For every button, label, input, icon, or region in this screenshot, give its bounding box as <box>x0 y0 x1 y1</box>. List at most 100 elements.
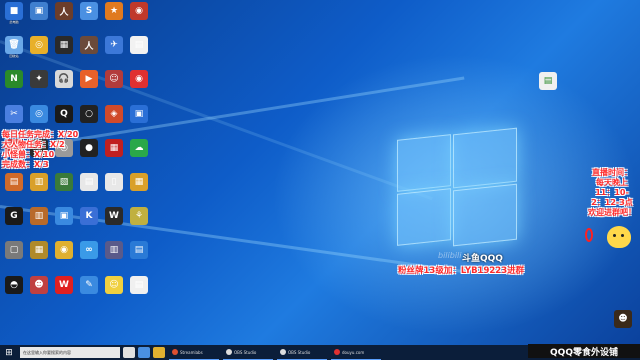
desktop-shortcut[interactable]: ▶ <box>75 70 103 100</box>
app-shortcut-icon: ✦ <box>30 70 48 89</box>
shortcut-label <box>100 54 128 60</box>
app-shortcut-icon: ▦ <box>30 241 48 260</box>
shortcut-label <box>50 20 78 26</box>
desktop-shortcut[interactable]: ◉ <box>125 70 153 100</box>
taskbar-app-obs[interactable]: OBS Studio <box>277 346 327 360</box>
shortcut-label <box>100 20 128 26</box>
desktop-shortcut[interactable]: W <box>50 275 78 306</box>
desktop-shortcut[interactable]: ▦ <box>50 36 78 66</box>
desktop-shortcut[interactable]: ▯ <box>100 173 128 203</box>
obs-icon <box>280 349 286 355</box>
start-button[interactable]: ⊞ <box>0 345 18 360</box>
streamer-name: 斗鱼QQQ <box>462 254 503 264</box>
shortcut-label <box>125 259 153 265</box>
desktop-shortcut[interactable]: 人 <box>50 2 78 32</box>
desktop-shortcut[interactable]: ▦ <box>125 173 153 203</box>
desktop-shortcut[interactable]: ▦ <box>100 138 128 169</box>
app-shortcut-icon: ▣ <box>130 104 148 123</box>
desktop-shortcut[interactable]: ✦ <box>25 70 53 100</box>
desktop-shortcut[interactable]: ● <box>75 138 103 169</box>
desktop-shortcut[interactable]: ◎ <box>25 36 53 66</box>
desktop-shortcut[interactable]: ▦ <box>25 241 53 271</box>
shortcut-label <box>0 259 28 265</box>
shortcut-label <box>75 191 103 197</box>
desktop-shortcut[interactable]: ▢ <box>0 241 28 271</box>
desktop-shortcut[interactable]: ⚘ <box>125 207 153 237</box>
app-shortcut-icon: ▦ <box>55 36 73 55</box>
desktop-shortcut[interactable]: ◓ <box>0 275 28 306</box>
desktop-shortcut[interactable]: ▤ <box>125 36 153 66</box>
shortcut-label <box>25 294 53 300</box>
app-shortcut-icon: ▥ <box>30 173 48 191</box>
desktop-shortcut[interactable]: ◉ <box>125 2 153 32</box>
schedule-line: 2：12-3点 <box>591 198 633 207</box>
desktop-shortcut[interactable]: 🎧 <box>50 70 78 100</box>
app-shortcut-icon: ▯ <box>105 173 123 191</box>
app-shortcut-icon: N <box>5 70 23 89</box>
desktop-shortcut[interactable]: ■ 此电脑 <box>0 2 28 32</box>
desktop-avatar-shortcut[interactable]: ☻ <box>609 310 637 340</box>
desktop-shortcut[interactable]: ▤ <box>125 241 153 271</box>
shortcut-label <box>125 191 153 197</box>
shortcut-label <box>0 191 28 197</box>
app-shortcut-icon: ▤ <box>130 36 148 55</box>
desktop-shortcut[interactable]: ▤ <box>125 275 153 306</box>
desktop-shortcut[interactable]: W <box>100 207 128 237</box>
desktop-shortcut[interactable]: ▣ <box>50 207 78 237</box>
desktop-shortcut[interactable]: S <box>75 2 103 32</box>
app-label: douyu.com <box>342 349 365 355</box>
desktop-shortcut[interactable]: K <box>75 207 103 237</box>
shortcut-label <box>50 294 78 300</box>
app-shortcut-icon: ☁ <box>130 138 148 157</box>
desktop-shortcut[interactable]: ☺ <box>100 275 128 306</box>
desktop-shortcut[interactable]: ▥ <box>100 241 128 271</box>
desktop-shortcut[interactable]: ▤ <box>0 173 28 203</box>
app-shortcut-icon: S <box>80 2 98 20</box>
app-shortcut-icon: ◉ <box>130 2 148 20</box>
desktop-shortcut[interactable]: G <box>0 207 28 237</box>
desktop-shortcut[interactable]: ▧ <box>50 173 78 203</box>
shortcut-label <box>100 259 128 265</box>
desktop-file-icon[interactable]: ▤ <box>534 72 562 102</box>
app-shortcut-icon: ☺ <box>105 70 123 89</box>
shortcut-label <box>0 123 28 129</box>
app-label: OBS Studio <box>288 349 311 355</box>
desktop-shortcut[interactable]: ◉ <box>50 241 78 271</box>
app-shortcut-icon: ▶ <box>80 70 98 89</box>
schedule-line: 11：10- <box>595 188 629 197</box>
desktop-shortcut[interactable]: N <box>0 70 28 100</box>
desktop-shortcut[interactable]: ▥ <box>25 173 53 203</box>
task-view-icon[interactable] <box>123 347 135 358</box>
desktop-shortcut[interactable]: ▥ <box>25 207 53 237</box>
taskbar-app-douyu[interactable]: douyu.com <box>331 346 381 360</box>
chick-mascot-icon <box>607 226 631 248</box>
desktop-shortcut[interactable]: ◈ <box>100 104 128 135</box>
shortcut-label <box>0 294 28 300</box>
desktop-shortcut[interactable]: 🗑 回收站 <box>0 36 28 66</box>
desktop-shortcut[interactable]: ☺ <box>100 70 128 100</box>
desktop-shortcut[interactable]: ○ <box>75 104 103 135</box>
desktop-shortcut[interactable]: ▣ <box>25 2 53 32</box>
desktop-shortcut[interactable]: ✈ <box>100 36 128 66</box>
edge-icon[interactable] <box>138 347 150 358</box>
desktop-shortcut[interactable]: ☁ <box>125 138 153 169</box>
desktop-shortcut[interactable]: 人 <box>75 36 103 66</box>
search-box[interactable]: 在这里输入你要搜索的内容 <box>20 347 120 358</box>
taskbar-app-streamlabs[interactable]: Streamlabs <box>169 346 219 360</box>
schedule-line: 欢迎进群吧！ <box>588 208 636 217</box>
desktop-shortcut[interactable]: ★ <box>100 2 128 32</box>
shortcut-label <box>75 225 103 231</box>
app-shortcut-icon: ▤ <box>80 173 98 191</box>
app-label: OBS Studio <box>234 349 257 355</box>
shortcut-label <box>50 54 78 60</box>
schedule-overlay: 直播时间： 每天晚上 11：10- 2：12-3点 欢迎进群吧！ <box>588 168 636 218</box>
taskbar-app-obs[interactable]: OBS Studio <box>223 346 273 360</box>
shortcut-label <box>0 225 28 231</box>
file-explorer-icon[interactable] <box>153 347 165 358</box>
desktop-shortcut[interactable]: ▤ <box>75 173 103 203</box>
desktop-shortcut[interactable]: ▣ <box>125 104 153 135</box>
shortcut-label <box>75 123 103 129</box>
desktop-shortcut[interactable]: ☻ <box>25 275 53 306</box>
desktop-shortcut[interactable]: ∞ <box>75 241 103 271</box>
desktop-shortcut[interactable]: ✎ <box>75 275 103 306</box>
